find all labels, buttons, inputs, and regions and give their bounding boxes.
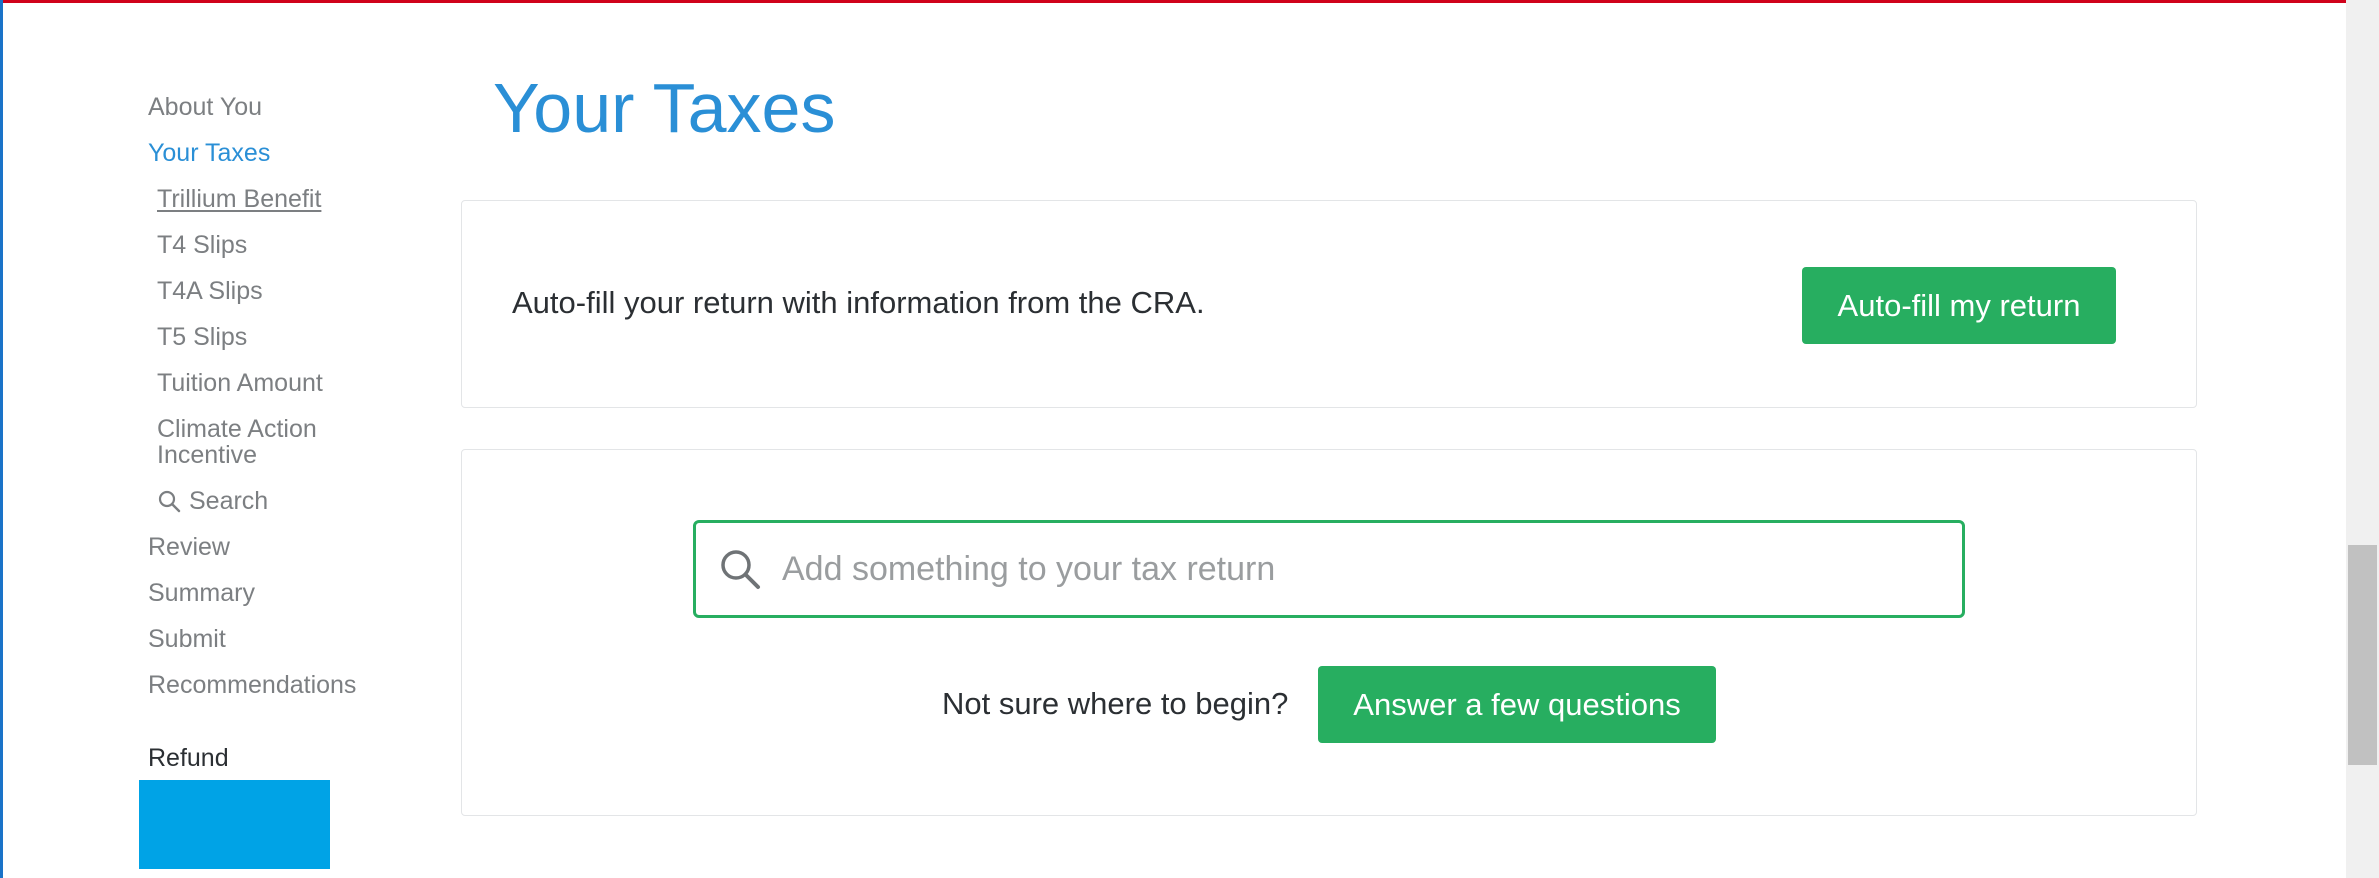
sidebar-item-recommendations[interactable]: Recommendations <box>148 672 356 698</box>
sidebar-item-tuition-amount[interactable]: Tuition Amount <box>157 370 323 396</box>
sidebar-item-search-label: Search <box>189 487 269 515</box>
autofill-card: Auto-fill your return with information f… <box>461 200 2197 408</box>
search-icon <box>721 550 760 589</box>
page-title: Your Taxes <box>493 69 836 147</box>
sidebar-item-submit[interactable]: Submit <box>148 626 226 652</box>
sidebar-item-your-taxes[interactable]: Your Taxes <box>148 140 270 166</box>
sidebar-item-t5-slips[interactable]: T5 Slips <box>157 324 247 350</box>
tax-search-input[interactable] <box>780 548 1962 590</box>
add-item-card: Not sure where to begin? Answer a few qu… <box>461 449 2197 816</box>
answer-questions-button[interactable]: Answer a few questions <box>1318 666 1716 743</box>
sidebar-nav: About You Your Taxes Trillium Benefit T4… <box>0 0 440 878</box>
tax-search-field[interactable] <box>693 520 1965 618</box>
sidebar-item-review[interactable]: Review <box>148 534 230 560</box>
sidebar-item-t4-slips[interactable]: T4 Slips <box>157 232 247 258</box>
scrollbar-thumb[interactable] <box>2348 545 2377 765</box>
sidebar-item-about-you[interactable]: About You <box>148 94 262 120</box>
sidebar-item-summary[interactable]: Summary <box>148 580 255 606</box>
refund-amount-box <box>139 780 330 869</box>
autofill-description: Auto-fill your return with information f… <box>512 285 1205 320</box>
sidebar-item-trillium-benefit[interactable]: Trillium Benefit <box>157 186 321 212</box>
sidebar-item-climate-action-incentive[interactable]: Climate Action Incentive <box>157 416 377 468</box>
sidebar-item-t4a-slips[interactable]: T4A Slips <box>157 278 263 304</box>
begin-prompt: Not sure where to begin? <box>942 686 1289 721</box>
refund-label: Refund <box>148 744 229 772</box>
search-icon <box>158 490 181 513</box>
autofill-return-button[interactable]: Auto-fill my return <box>1802 267 2116 344</box>
sidebar-item-search[interactable]: Search <box>157 488 268 514</box>
